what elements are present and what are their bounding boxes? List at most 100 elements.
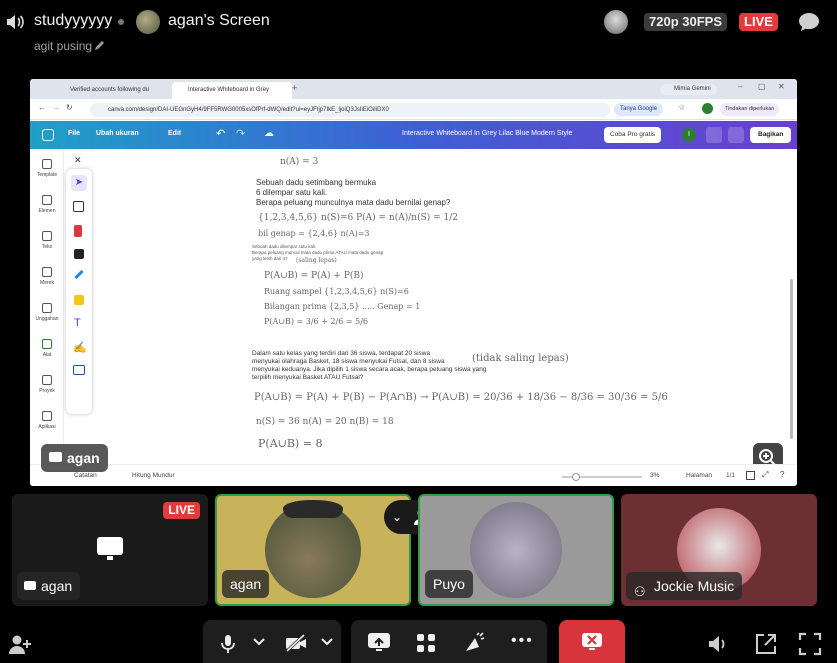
chevron-down-icon: ⌄ [392,510,403,524]
reload-icon[interactable]: ↻ [66,103,73,112]
viewer-avatar[interactable] [604,10,628,34]
screen-share-stream[interactable]: Verified accounts following du Interacti… [30,79,797,486]
new-tab-icon[interactable]: + [292,83,297,93]
cloud-save-icon[interactable]: ☁ [264,128,274,139]
soundboard-icon[interactable] [463,632,485,654]
streamer-avatar[interactable] [136,10,160,34]
profile-avatar[interactable] [702,103,713,114]
marker-icon[interactable] [74,249,84,259]
zoom-slider-thumb[interactable] [572,473,580,481]
volume-icon[interactable] [708,634,730,654]
participant-tile-speaking[interactable]: Puyo [418,494,614,606]
pencil-icon[interactable] [94,39,106,51]
profile-chip[interactable]: Mimia Gemini [660,84,717,95]
home-icon[interactable] [42,129,54,141]
rail-projects[interactable]: Proyek [30,375,64,394]
design-title[interactable]: Interactive Whiteboard In Grey Lilac Blu… [402,130,572,137]
live-badge: LIVE [163,502,200,519]
action-required-chip[interactable]: Tindakan diperlukan [720,103,780,116]
brand-icon [42,267,52,277]
microphone-icon[interactable] [221,634,235,654]
invite-icon[interactable] [8,634,32,656]
file-menu[interactable]: File [68,130,80,137]
table-icon[interactable] [73,365,85,375]
hat-decoration [283,500,343,518]
participant-tile[interactable]: ⚇ Jockie Music [621,494,817,606]
presenter-name: agan [67,450,100,466]
pen-red-icon[interactable] [74,225,82,237]
rail-label: Proyek [39,388,55,394]
close-window-icon[interactable]: ✕ [778,82,785,91]
apps-icon [42,411,52,421]
fullscreen-icon[interactable]: ⤢ [762,470,768,480]
participant-name-tag: agan [17,572,81,600]
rail-label: Aplikasi [38,424,56,430]
highlighter-icon[interactable] [74,269,84,280]
participant-tile[interactable]: LIVE agan [12,494,208,606]
vertical-scrollbar[interactable] [790,279,793,439]
rail-text[interactable]: Teks [30,231,64,250]
camera-off-icon[interactable] [285,634,307,652]
participant-tile-speaking[interactable]: agan [215,494,411,606]
resize-menu[interactable]: Ubah ukuran [96,130,139,137]
participant-name: Jockie Music [654,578,735,594]
ask-google-chip[interactable]: Tanya Google [614,103,664,116]
rail-elements[interactable]: Elemen [30,195,64,214]
minimize-icon[interactable]: – [738,82,742,91]
rail-label: Elemen [38,208,56,214]
rail-brand[interactable]: Merek [30,267,64,286]
rail-template[interactable]: Template [30,159,64,178]
grid-view-icon[interactable] [746,471,755,480]
frame-tool-icon[interactable] [73,201,84,212]
participant-name: agan [41,578,73,594]
edit-menu[interactable]: Edit [168,130,181,137]
drawing-tools: ✕ ➤ T ✍ [66,155,92,414]
bookmark-icon[interactable]: ☆ [678,103,685,112]
page-label[interactable]: Halaman [686,472,712,479]
chevron-down-icon[interactable] [321,638,333,646]
redo-icon[interactable]: ↷ [236,127,245,140]
notes-button[interactable]: Catatan [74,472,97,479]
zoom-level: 3% [650,472,660,479]
rail-label: Alat [42,352,52,358]
help-icon[interactable]: ? [780,470,784,479]
sticky-note-icon[interactable] [74,295,84,305]
comment-icon[interactable] [728,127,744,143]
rail-uploads[interactable]: Unggahan [30,303,64,322]
chat-icon[interactable] [798,12,820,32]
pop-out-icon[interactable] [754,632,778,656]
rail-apps[interactable]: Aplikasi [30,411,64,430]
rail-label: Template [36,172,58,178]
disconnect-button[interactable] [559,620,625,663]
activities-icon[interactable] [415,632,437,654]
back-icon[interactable]: ← [38,103,46,112]
maximize-icon[interactable]: ▢ [758,82,766,91]
text-tool-icon[interactable]: T [74,317,81,329]
timer-button[interactable]: Hitung Mundur [132,472,175,479]
url-field[interactable]: canva.com/design/DAI-UEGnGyH4/9FF5RWG000… [90,103,610,117]
select-tool-icon[interactable]: ➤ [71,175,87,191]
forward-icon[interactable]: → [52,103,60,112]
browser-tab[interactable]: Verified accounts following du [54,82,172,99]
more-options-icon[interactable]: ••• [511,632,534,650]
whiteboard-canvas[interactable]: n(A) = 3 Sebuah dadu setimbang bermuka 6… [100,149,790,464]
handwriting: Ruang sampel {1,2,3,4,5,6} n(S)=6 [264,287,409,296]
presenter-label: agan [41,444,108,472]
user-avatar[interactable]: I [682,128,696,142]
share-screen-icon[interactable] [367,632,391,652]
close-tools-icon[interactable]: ✕ [74,155,82,166]
participant-name-tag: Puyo [425,570,473,598]
rail-tools[interactable]: Alat [30,339,64,358]
fullscreen-icon[interactable] [798,632,822,656]
handwriting: P(A∪B) = P(A) + P(B) [264,271,364,281]
try-pro-button[interactable]: Coba Pro gratis [604,127,662,143]
speaker-icon[interactable] [6,14,24,30]
chevron-down-icon[interactable] [253,638,265,646]
undo-icon[interactable]: ↶ [216,127,225,140]
analytics-icon[interactable] [706,127,722,143]
room-name: studyyyyyy [34,12,113,29]
problem-line: terpilih menyukai Basket ATAU Futsal? [252,374,364,381]
signature-icon[interactable]: ✍ [73,341,87,354]
browser-tab-active[interactable]: Interactive Whiteboard in Grey [172,82,292,99]
share-button[interactable]: Bagikan [750,127,792,143]
